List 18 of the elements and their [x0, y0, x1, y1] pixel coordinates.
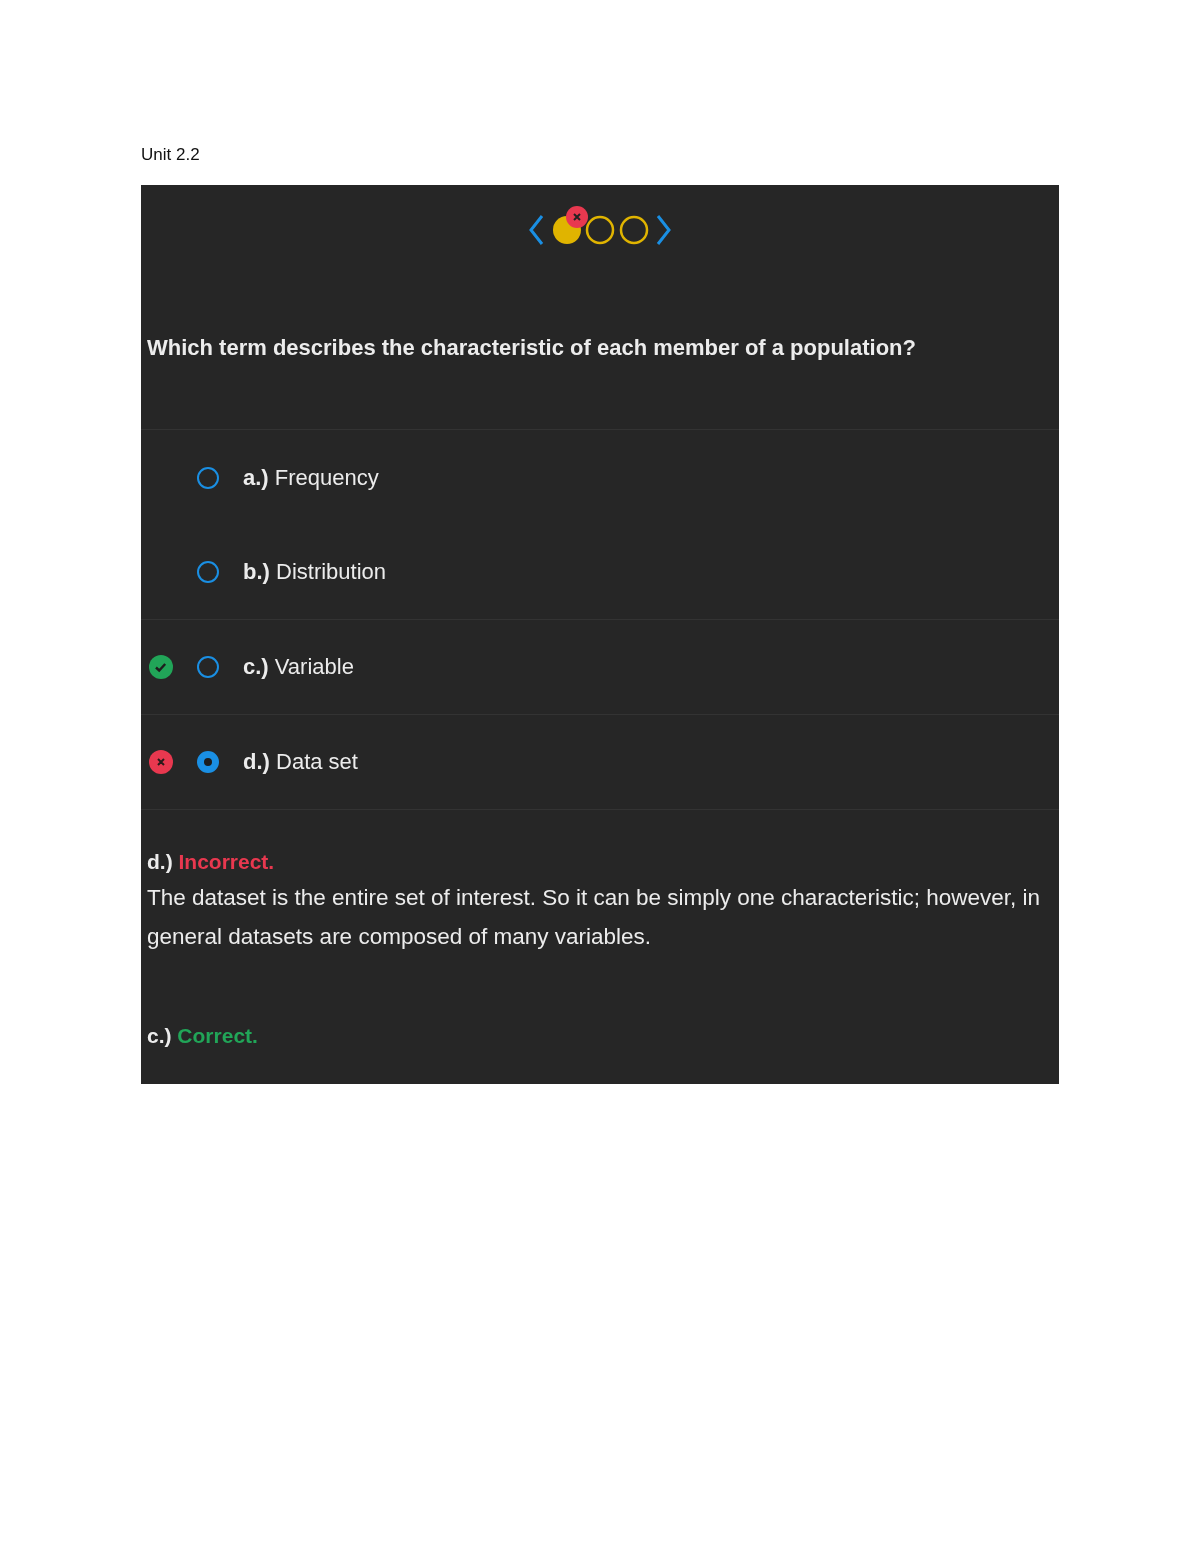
progress-dot[interactable] [619, 215, 649, 245]
choice-label[interactable]: a.) Frequency [243, 464, 379, 491]
feedback-letter: d.) [147, 850, 173, 873]
feedback-verdict: Incorrect. [178, 850, 275, 873]
feedback-letter: c.) [147, 1024, 172, 1047]
radio-button[interactable] [197, 751, 219, 773]
question-text: Which term describes the characteristic of each member of a population? [141, 255, 1059, 430]
progress-dot[interactable] [551, 205, 589, 245]
page-heading: Unit 2.2 [141, 145, 201, 165]
radio-button[interactable] [197, 561, 219, 583]
radio-button[interactable] [197, 466, 219, 489]
feedback-verdict: Correct. [177, 1024, 258, 1047]
radio-button[interactable] [197, 656, 219, 678]
choice-label[interactable]: d.) Data set [243, 749, 358, 775]
progress-dot[interactable] [585, 215, 615, 245]
feedback-text: The dataset is the entire set of interest. So it can be simply one characteristic; however, in general datasets are composed of many variables. [147, 884, 1041, 951]
choice-label[interactable]: c.) Variable [243, 654, 354, 680]
choice-label[interactable]: b.) Distribution [243, 559, 387, 585]
